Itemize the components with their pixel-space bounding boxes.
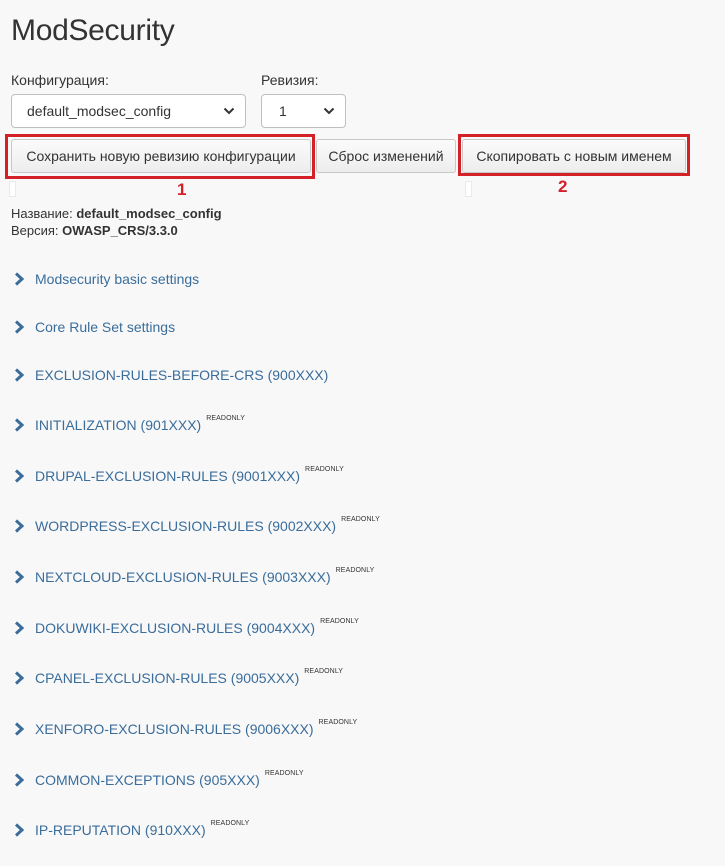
section-drupal-exclusion-rules[interactable]: DRUPAL-EXCLUSION-RULES (9001XXX) READONL…	[12, 466, 344, 486]
section-label: DOKUWIKI-EXCLUSION-RULES (9004XXX)	[35, 620, 316, 636]
section-initialization[interactable]: INITIALIZATION (901XXX) READONLY	[12, 415, 245, 435]
section-label: INITIALIZATION (901XXX)	[35, 417, 202, 433]
section-common-exceptions[interactable]: COMMON-EXCEPTIONS (905XXX) READONLY	[12, 770, 304, 790]
config-name-label: Название:	[11, 206, 73, 221]
readonly-badge: READONLY	[304, 667, 344, 675]
readonly-badge: READONLY	[210, 819, 250, 827]
chevron-right-icon	[14, 621, 25, 635]
config-label: Конфигурация:	[11, 72, 109, 88]
readonly-badge: READONLY	[318, 718, 358, 726]
cursor-artifact	[465, 181, 472, 197]
chevron-right-icon	[14, 469, 25, 483]
section-cpanel-exclusion-rules[interactable]: CPANEL-EXCLUSION-RULES (9005XXX) READONL…	[12, 668, 343, 688]
section-label: CPANEL-EXCLUSION-RULES (9005XXX)	[35, 670, 300, 686]
section-xenforo-exclusion-rules[interactable]: XENFORO-EXCLUSION-RULES (9006XXX) READON…	[12, 719, 357, 739]
highlight-box-1	[5, 134, 315, 179]
annotation-marker-2: 2	[558, 177, 568, 196]
section-label: Modsecurity basic settings	[35, 271, 200, 287]
cursor-artifact	[9, 181, 16, 197]
section-label: WORDPRESS-EXCLUSION-RULES (9002XXX)	[35, 518, 337, 534]
section-label: EXCLUSION-RULES-BEFORE-CRS (900XXX)	[35, 367, 329, 383]
section-label: COMMON-EXCEPTIONS (905XXX)	[35, 772, 260, 788]
section-modsecurity-basic-settings[interactable]: Modsecurity basic settings	[12, 269, 199, 289]
section-label: NEXTCLOUD-EXCLUSION-RULES (9003XXX)	[35, 569, 331, 585]
readonly-badge: READONLY	[305, 465, 344, 473]
chevron-right-icon	[14, 320, 25, 334]
chevron-right-icon	[14, 272, 25, 286]
section-label: DRUPAL-EXCLUSION-RULES (9001XXX)	[35, 468, 301, 484]
config-version-label: Версия:	[11, 223, 59, 238]
page-title: ModSecurity	[11, 14, 175, 47]
chevron-right-icon	[14, 823, 25, 837]
section-ip-reputation[interactable]: IP-REPUTATION (910XXX) READONLY	[12, 820, 249, 840]
config-name-line: Название: default_modsec_config	[11, 206, 222, 221]
config-version-line: Версия: OWASP_CRS/3.3.0	[11, 223, 178, 238]
config-name-value: default_modsec_config	[76, 206, 222, 221]
chevron-down-icon	[323, 107, 335, 115]
chevron-right-icon	[14, 671, 25, 685]
modsecurity-page: ModSecurity Конфигурация: default_modsec…	[0, 0, 725, 866]
config-select-value: default_modsec_config	[27, 103, 171, 119]
section-label: XENFORO-EXCLUSION-RULES (9006XXX)	[35, 721, 314, 737]
section-exclusion-rules-before-crs[interactable]: EXCLUSION-RULES-BEFORE-CRS (900XXX)	[12, 365, 328, 385]
chevron-down-icon	[223, 107, 235, 115]
section-wordpress-exclusion-rules[interactable]: WORDPRESS-EXCLUSION-RULES (9002XXX) READ…	[12, 516, 380, 536]
readonly-badge: READONLY	[335, 566, 375, 574]
chevron-right-icon	[14, 722, 25, 736]
section-label: Core Rule Set settings	[35, 319, 176, 335]
config-select[interactable]: default_modsec_config	[11, 94, 246, 128]
readonly-badge: READONLY	[320, 617, 359, 625]
readonly-badge: READONLY	[206, 414, 246, 422]
section-dokuwiki-exclusion-rules[interactable]: DOKUWIKI-EXCLUSION-RULES (9004XXX) READO…	[12, 618, 359, 638]
reset-changes-button[interactable]: Сброс изменений	[316, 139, 456, 173]
chevron-right-icon	[14, 368, 25, 382]
chevron-right-icon	[14, 773, 25, 787]
chevron-right-icon	[14, 570, 25, 584]
config-version-value: OWASP_CRS/3.3.0	[62, 223, 178, 238]
readonly-badge: READONLY	[341, 515, 380, 523]
chevron-right-icon	[14, 519, 25, 533]
section-label: IP-REPUTATION (910XXX)	[35, 822, 206, 838]
section-core-rule-set-settings[interactable]: Core Rule Set settings	[12, 317, 175, 337]
revision-label: Ревизия:	[261, 72, 319, 88]
readonly-badge: READONLY	[264, 769, 304, 777]
chevron-right-icon	[14, 418, 25, 432]
section-nextcloud-exclusion-rules[interactable]: NEXTCLOUD-EXCLUSION-RULES (9003XXX) READ…	[12, 567, 374, 587]
revision-select[interactable]: 1	[261, 94, 346, 128]
highlight-box-2	[458, 134, 690, 176]
annotation-marker-1: 1	[177, 180, 187, 199]
revision-select-value: 1	[279, 103, 287, 119]
